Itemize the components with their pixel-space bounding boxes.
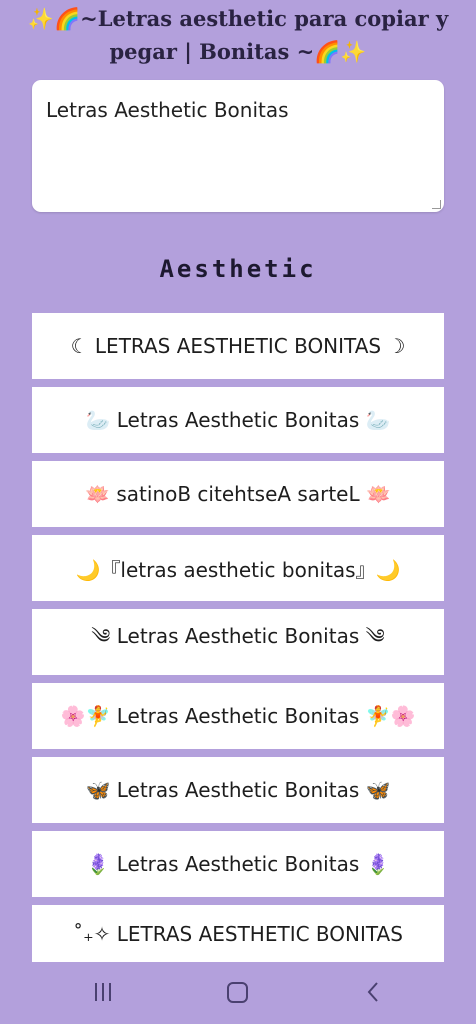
recent-apps-icon[interactable]	[93, 983, 113, 1003]
style-item-9[interactable]: ˚₊✧ LETRAS AESTHETIC BONITAS	[32, 905, 444, 963]
page-title: ✨🌈~Letras aesthetic para copiar y pegar …	[27, 6, 449, 64]
home-icon[interactable]	[227, 982, 248, 1003]
system-navigation-bar	[0, 962, 476, 1024]
style-list: ☾ LETRAS AESTHETIC BONITAS ☽ 🦢 Letras Ae…	[32, 313, 444, 963]
style-item-7[interactable]: 🦋 Letras Aesthetic Bonitas 🦋	[32, 757, 444, 823]
back-icon[interactable]	[364, 980, 384, 1004]
style-item-2[interactable]: 🦢 Letras Aesthetic Bonitas 🦢	[32, 387, 444, 453]
text-input-value: Letras Aesthetic Bonitas	[46, 98, 289, 122]
style-item-3[interactable]: 🪷 satinoB citehtseA sarteL 🪷	[32, 461, 444, 527]
resize-handle-icon[interactable]	[432, 200, 441, 209]
style-item-5[interactable]: ༄ Letras Aesthetic Bonitas ༄	[32, 609, 444, 675]
style-item-8[interactable]: 🪻 Letras Aesthetic Bonitas 🪻	[32, 831, 444, 897]
style-item-4[interactable]: 🌙『letras aesthetic bonitas』🌙	[32, 535, 444, 601]
style-item-6[interactable]: 🌸🧚 Letras Aesthetic Bonitas 🧚🌸	[32, 683, 444, 749]
section-title: Aesthetic	[159, 255, 317, 283]
text-input-area[interactable]: Letras Aesthetic Bonitas	[32, 80, 444, 212]
style-item-1[interactable]: ☾ LETRAS AESTHETIC BONITAS ☽	[32, 313, 444, 379]
